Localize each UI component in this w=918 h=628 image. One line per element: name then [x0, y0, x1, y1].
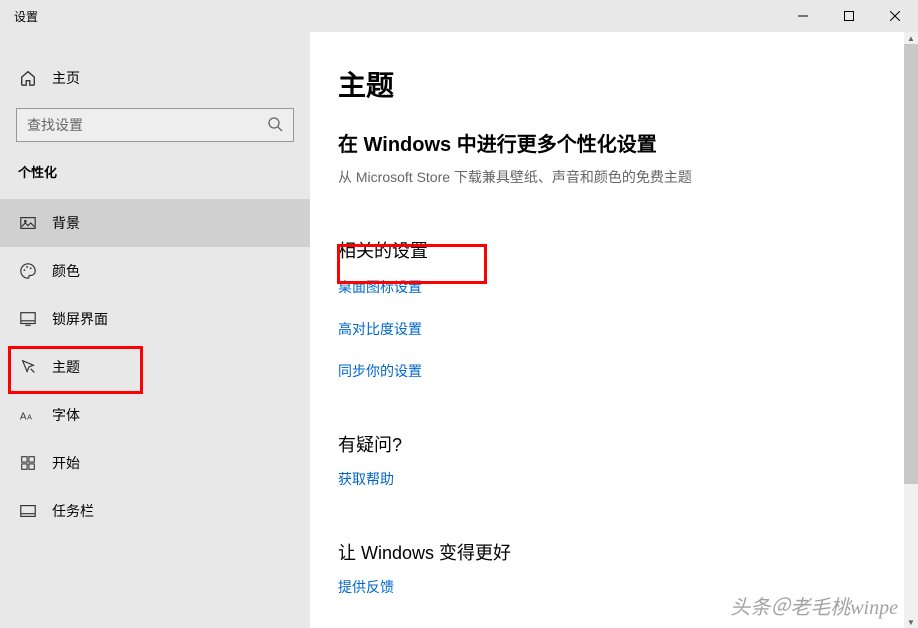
- search-icon: [267, 116, 283, 135]
- sidebar-item-taskbar[interactable]: 任务栏: [0, 487, 310, 535]
- sidebar-item-label: 任务栏: [52, 501, 94, 521]
- page-title: 主题: [338, 64, 890, 104]
- lockscreen-icon: [18, 310, 38, 328]
- sidebar-item-fonts[interactable]: AA 字体: [0, 391, 310, 439]
- titlebar: 设置: [0, 0, 918, 32]
- category-label: 个性化: [0, 162, 310, 199]
- sidebar-item-label: 主题: [52, 357, 80, 377]
- window-title: 设置: [14, 8, 38, 25]
- sidebar-item-lockscreen[interactable]: 锁屏界面: [0, 295, 310, 343]
- start-icon: [18, 454, 38, 472]
- scroll-down-arrow[interactable]: ▼: [904, 616, 918, 628]
- search-input[interactable]: 查找设置: [16, 108, 294, 142]
- colors-icon: [18, 262, 38, 280]
- maximize-button[interactable]: [826, 0, 872, 32]
- sidebar-item-themes[interactable]: 主题: [0, 343, 310, 391]
- taskbar-icon: [18, 502, 38, 520]
- svg-text:A: A: [20, 412, 27, 423]
- link-get-help[interactable]: 获取帮助: [338, 469, 890, 489]
- sidebar-item-label: 锁屏界面: [52, 309, 108, 329]
- sidebar-item-label: 字体: [52, 405, 80, 425]
- sidebar-item-start[interactable]: 开始: [0, 439, 310, 487]
- background-icon: [18, 214, 38, 232]
- home-icon: [18, 69, 38, 87]
- svg-text:A: A: [27, 413, 32, 422]
- home-link[interactable]: 主页: [0, 58, 310, 98]
- more-settings-subtitle: 从 Microsoft Store 下载兼具壁纸、声音和颜色的免费主题: [338, 167, 890, 187]
- link-sync-settings[interactable]: 同步你的设置: [338, 361, 890, 381]
- scroll-up-arrow[interactable]: ▲: [904, 32, 918, 44]
- sidebar-item-label: 颜色: [52, 261, 80, 281]
- related-settings-label: 相关的设置: [338, 237, 890, 263]
- sidebar-item-background[interactable]: 背景: [0, 199, 310, 247]
- home-label: 主页: [52, 68, 80, 88]
- question-label: 有疑问?: [338, 431, 890, 457]
- scrollbar-thumb[interactable]: [904, 44, 918, 484]
- watermark: 头条＠老毛桃winpe: [730, 591, 898, 620]
- link-desktop-icon-settings[interactable]: 桌面图标设置: [338, 277, 890, 297]
- search-placeholder: 查找设置: [27, 115, 267, 135]
- main-content: 主题 在 Windows 中进行更多个性化设置 从 Microsoft Stor…: [310, 32, 918, 628]
- minimize-button[interactable]: [780, 0, 826, 32]
- scrollbar[interactable]: ▲ ▼: [904, 32, 918, 628]
- more-settings-title: 在 Windows 中进行更多个性化设置: [338, 128, 890, 157]
- window-controls: [780, 0, 918, 32]
- sidebar-item-label: 开始: [52, 453, 80, 473]
- sidebar-item-label: 背景: [52, 213, 80, 233]
- close-button[interactable]: [872, 0, 918, 32]
- fonts-icon: AA: [18, 406, 38, 424]
- sidebar-item-colors[interactable]: 颜色: [0, 247, 310, 295]
- link-high-contrast-settings[interactable]: 高对比度设置: [338, 319, 890, 339]
- sidebar: 主页 查找设置 个性化 背景 颜色 锁屏界面: [0, 32, 310, 628]
- feedback-label: 让 Windows 变得更好: [338, 539, 890, 565]
- themes-icon: [18, 358, 38, 376]
